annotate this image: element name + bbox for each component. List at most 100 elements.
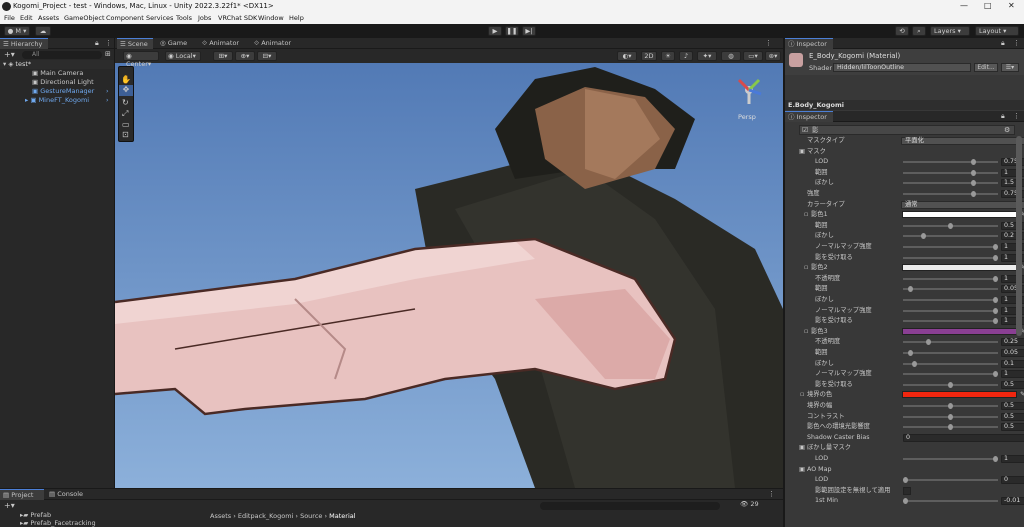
slider-handle[interactable] <box>993 371 998 378</box>
slider-handle[interactable] <box>912 360 917 367</box>
hierarchy-item-mineft-kogomi[interactable]: ▸ ▣ MineFT_Kogomi › <box>0 96 114 105</box>
slider-handle[interactable] <box>948 413 953 420</box>
audio-icon[interactable]: ♪ <box>679 51 693 61</box>
play-button[interactable]: ▶ <box>488 26 502 36</box>
hand-tool-icon[interactable]: ✋ <box>121 75 131 84</box>
more-icon[interactable]: ⋮ <box>1013 39 1020 47</box>
slider-handle[interactable] <box>993 244 998 250</box>
menu-tools[interactable]: Tools <box>176 14 192 22</box>
chevron-right-icon[interactable]: › <box>106 96 109 105</box>
layers-dropdown[interactable]: Layers ▾ <box>930 26 970 36</box>
project-folder-item[interactable]: ▸▰ Prefab <box>20 511 51 519</box>
tab-scene[interactable]: ☰ Scene <box>117 38 153 49</box>
visibility-icon[interactable]: 👁︎ 29 <box>740 500 759 508</box>
property-slider[interactable] <box>903 403 998 409</box>
slider-handle[interactable] <box>948 424 953 431</box>
gizmos-icon[interactable]: ⊛▾ <box>765 51 781 61</box>
tab-inspector[interactable]: ⓘ Inspector <box>785 38 833 49</box>
property-slider[interactable] <box>903 318 998 325</box>
texture-slot-icon[interactable]: ▣ <box>799 147 805 157</box>
slider-handle[interactable] <box>903 498 908 505</box>
slider-handle[interactable] <box>993 254 998 261</box>
slider-handle[interactable] <box>993 275 998 282</box>
lock-icon[interactable]: 🔒︎ <box>1001 39 1005 48</box>
property-slider[interactable] <box>903 381 998 388</box>
shader-menu-button[interactable]: ☰▾ <box>1001 63 1019 72</box>
tab-animator-1[interactable]: ⟐ Animator <box>199 38 249 49</box>
breadcrumb-item[interactable]: Editpack_Kogomi <box>238 512 293 520</box>
project-search-input[interactable] <box>540 502 720 510</box>
account-button[interactable]: ● M ▾ <box>4 26 30 36</box>
menu-window[interactable]: Window <box>258 14 284 22</box>
tab-inspector-2[interactable]: ⓘ Inspector <box>785 111 833 122</box>
more-icon[interactable]: ⋮ <box>765 39 772 47</box>
eyedropper-icon[interactable]: ✎ <box>1020 390 1024 400</box>
slider-handle[interactable] <box>970 180 976 187</box>
shadow-section-header[interactable]: ☑ 影 ⚙ <box>799 125 1015 135</box>
draw-mode-icon[interactable]: ◐▾ <box>617 51 637 61</box>
hierarchy-search-input[interactable]: All <box>22 51 102 59</box>
property-slider[interactable] <box>903 222 998 229</box>
color-swatch[interactable] <box>902 391 1017 399</box>
tab-hierarchy[interactable]: ☰ Hierarchy <box>0 38 48 49</box>
search-icon[interactable]: ⌕ <box>912 26 926 36</box>
slider-handle[interactable] <box>993 318 998 325</box>
tab-animator-2[interactable]: ⟐ Animator <box>251 38 301 49</box>
breadcrumb-item[interactable]: Material <box>329 512 355 520</box>
property-slider[interactable] <box>903 413 998 420</box>
slider-handle[interactable] <box>970 159 976 166</box>
slider-handle[interactable] <box>907 286 913 293</box>
chevron-right-icon[interactable]: › <box>106 87 109 96</box>
property-slider[interactable] <box>903 360 998 367</box>
property-slider[interactable] <box>903 498 998 505</box>
property-value-field[interactable]: 0.25 <box>1001 338 1024 347</box>
more-icon[interactable]: ⋮ <box>1013 112 1020 120</box>
slider-handle[interactable] <box>903 477 908 484</box>
more-icon[interactable]: ⋮ <box>105 39 112 47</box>
breadcrumb-item[interactable]: Source <box>300 512 322 520</box>
property-slider[interactable] <box>903 286 998 293</box>
cloud-icon[interactable]: ☁ <box>35 26 51 36</box>
property-value-field[interactable]: 0.05 <box>1001 349 1024 357</box>
property-value-field[interactable]: 1 <box>1001 455 1024 463</box>
hierarchy-item-directional-light[interactable]: ▣ Directional Light <box>0 78 114 87</box>
tab-console[interactable]: ▤ Console <box>46 489 86 500</box>
scene-viewport[interactable] <box>115 49 783 488</box>
menu-file[interactable]: File <box>4 14 15 22</box>
slider-handle[interactable] <box>970 169 976 176</box>
lock-icon[interactable]: 🔒︎ <box>95 39 99 48</box>
property-slider[interactable] <box>903 350 998 356</box>
property-slider[interactable] <box>903 371 998 378</box>
property-dropdown[interactable]: 平面化 <box>901 137 1024 145</box>
property-slider[interactable] <box>903 191 998 197</box>
texture-slot-icon[interactable]: ▫ <box>804 210 808 220</box>
property-slider[interactable] <box>903 254 998 261</box>
checkbox-checked-icon[interactable]: ☑ <box>802 126 808 134</box>
slider-handle[interactable] <box>907 350 913 356</box>
inspector-scrollbar[interactable] <box>1016 136 1022 336</box>
hierarchy-item-main-camera[interactable]: ▣ Main Camera <box>0 69 114 78</box>
color-swatch[interactable] <box>902 327 1017 335</box>
slider-handle[interactable] <box>948 381 953 388</box>
rect-tool-icon[interactable]: ▭ <box>122 120 130 129</box>
slider-handle[interactable] <box>925 339 931 346</box>
menu-assets[interactable]: Assets <box>38 14 59 22</box>
grid-snap-icon[interactable]: ⊞▾ <box>213 51 233 61</box>
add-icon[interactable]: +▾ <box>4 50 15 59</box>
slider-handle[interactable] <box>993 307 998 314</box>
tab-project[interactable]: ▤ Project <box>0 489 44 500</box>
increment-icon[interactable]: ⊟▾ <box>257 51 277 61</box>
slider-handle[interactable] <box>993 297 998 303</box>
property-slider[interactable] <box>903 339 998 346</box>
menu-edit[interactable]: Edit <box>20 14 33 22</box>
project-folder-item[interactable]: ▸▰ Prefab_Facetracking <box>20 519 96 527</box>
slider-handle[interactable] <box>948 222 953 229</box>
property-dropdown[interactable]: 通常 <box>901 200 1024 209</box>
property-value-field[interactable]: 1 <box>1001 370 1024 379</box>
gear-icon[interactable]: ⚙ <box>1004 126 1010 134</box>
snap-icon[interactable]: ⊕▾ <box>235 51 255 61</box>
menu-component[interactable]: Component <box>106 14 144 22</box>
property-value-field[interactable]: 0.1 <box>1001 359 1024 368</box>
property-slider[interactable] <box>903 233 998 240</box>
property-slider[interactable] <box>903 477 998 484</box>
